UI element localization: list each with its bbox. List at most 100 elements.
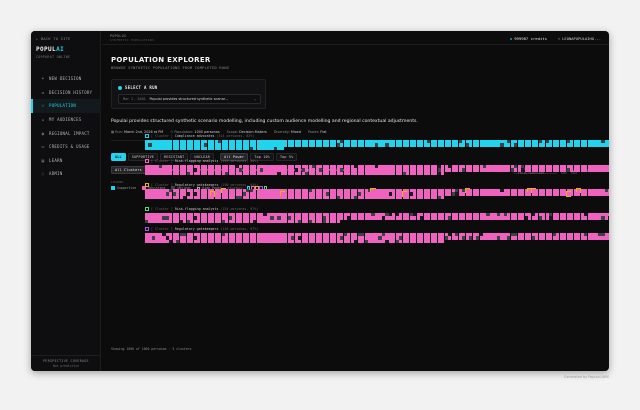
persona-cell[interactable] — [608, 143, 609, 147]
persona-grid — [145, 213, 609, 224]
user-icon: ⚇ — [557, 35, 561, 41]
persona-cell[interactable] — [608, 168, 609, 172]
cluster-tag: [ Cluster ] — [151, 159, 173, 163]
run-name: Populai provides structured synthetic sc… — [149, 97, 228, 101]
sidebar-item-label: REGIONAL IMPACT — [49, 130, 90, 136]
cluster-name: Compliance advocates — [174, 134, 215, 138]
user-menu[interactable]: ⚇ LEONAPOPULAIHO... — [558, 36, 601, 41]
cluster-info: (154 personas, 97%) — [220, 207, 259, 211]
history-icon: ↺ — [41, 89, 45, 95]
breadcrumb-sub: SYNTHETIC POPULATIONS — [110, 38, 155, 42]
filter-all[interactable]: ALL — [111, 153, 126, 161]
logo-subtitle: CORPORAT ONLINE — [36, 55, 71, 59]
cluster-label[interactable]: [ Cluster ] Risk-flagging analysts (154 pe… — [145, 207, 609, 211]
persona-cell[interactable] — [441, 195, 445, 200]
run-date: Mar 2, 2026 — [123, 97, 146, 101]
card-icon: ▭ — [41, 144, 45, 150]
meta-run-label: Run: — [115, 130, 123, 134]
cluster-color-box — [145, 227, 149, 231]
cluster-group: [ Cluster ] Risk-flagging analysts (196 pe… — [145, 159, 609, 176]
persona-cell[interactable] — [608, 236, 609, 240]
credits-value: 999987 credits — [514, 35, 547, 41]
main-content: POPULATION EXPLORER BROWSE SYNTHETIC POP… — [102, 46, 609, 371]
footer-credit: Generated by Populai AMS — [563, 375, 609, 379]
page-title: POPULATION EXPLORER — [111, 56, 211, 64]
cluster-group: [ Cluster ] Regulatory gatekeepers (190 pe… — [145, 183, 609, 200]
persona-cell[interactable] — [608, 216, 609, 220]
cluster-group: [ Cluster ] Risk-flagging analysts (154 pe… — [145, 207, 609, 224]
legend-supportive: Supportive — [111, 186, 137, 191]
perspective-coverage: PERSPECTIVE COVERAGE Not predictive — [31, 355, 101, 371]
persona-cell[interactable] — [441, 171, 445, 176]
cluster-name: Regulatory gatekeepers — [174, 183, 219, 187]
select-run-title: SELECT A RUN — [125, 85, 158, 90]
user-name: LEONAPOPULAIHO... — [562, 35, 601, 41]
cluster-name: Risk-flagging analysts — [174, 207, 219, 211]
coverage-subtitle: Not predictive — [52, 364, 80, 368]
cluster-label[interactable]: [ Cluster ] Regulatory gatekeepers (146 pe… — [145, 227, 609, 231]
sidebar-item-label: LEARN — [49, 157, 63, 163]
page-subtitle: BROWSE SYNTHETIC POPULATIONS FROM COMPLE… — [111, 66, 230, 70]
sidebar-item-my-audiences[interactable]: ♙ MY AUDIENCES — [31, 113, 101, 127]
select-run-panel: SELECT A RUN Mar 2, 2026 Populai provide… — [111, 79, 266, 109]
back-to-site-link[interactable]: ← BACK TO SITE — [36, 37, 71, 41]
persona-cell[interactable] — [336, 219, 340, 224]
logo[interactable]: POPULAI — [36, 46, 64, 53]
chevron-down-icon: ⌄ — [253, 97, 256, 101]
sidebar-item-new-decision[interactable]: + NEW DECISION — [31, 72, 101, 86]
cluster-color-box — [145, 183, 149, 187]
legend-supportive-label: Supportive — [117, 186, 137, 191]
persona-cell[interactable] — [608, 192, 609, 196]
audience-icon: ♙ — [41, 117, 45, 123]
sidebar-item-label: ADMIN — [49, 171, 63, 177]
select-run-header: SELECT A RUN — [118, 85, 158, 90]
persona-cell[interactable] — [280, 146, 284, 151]
sidebar-item-population[interactable]: ⚇ POPULATION — [31, 99, 101, 113]
sidebar-item-decision-history[interactable]: ↺ DECISION HISTORY — [31, 86, 101, 100]
cluster-info: (314 personas, 82%) — [216, 134, 255, 138]
persona-grid — [145, 165, 609, 176]
cluster-group: [ Cluster ] Regulatory gatekeepers (146 pe… — [145, 227, 609, 244]
sidebar-item-label: CREDITS & USAGE — [49, 144, 90, 150]
run-select-dropdown[interactable]: Mar 2, 2026 Populai provides structured … — [118, 94, 261, 104]
status-dot-icon — [118, 86, 122, 90]
cluster-label[interactable]: [ Cluster ] Compliance advocates (314 pers… — [145, 134, 609, 138]
cluster-filter[interactable]: All Clusters — [111, 166, 146, 174]
persona-grid — [145, 233, 609, 244]
cluster-tag: [ Cluster ] — [151, 134, 173, 138]
top-bar: POPULUS SYNTHETIC POPULATIONS ◈ 999987 cr… — [102, 31, 609, 45]
cluster-group: [ Cluster ] Compliance advocates (314 pers… — [145, 134, 609, 151]
logo-text: POPUL — [36, 46, 57, 53]
run-description: Populai provides structured synthetic sc… — [111, 119, 418, 124]
persona-grid — [145, 140, 609, 151]
book-icon: ▤ — [41, 157, 45, 163]
people-icon: ⚇ — [41, 103, 45, 109]
cluster-label[interactable]: [ Cluster ] Risk-flagging analysts (196 pe… — [145, 159, 609, 163]
sidebar-item-label: MY AUDIENCES — [49, 117, 82, 123]
cluster-color-box — [145, 207, 149, 211]
sidebar-item-admin[interactable]: ◌ ADMIN — [31, 167, 101, 181]
app-window: ← BACK TO SITE POPULAI CORPORAT ONLINE +… — [31, 31, 609, 371]
sidebar-item-label: NEW DECISION — [49, 76, 82, 82]
cluster-info: (146 personas, 97%) — [220, 227, 259, 231]
sidebar-item-regional-impact[interactable]: ◍ REGIONAL IMPACT — [31, 126, 101, 140]
credits-icon: ◈ — [509, 35, 513, 41]
cluster-label[interactable]: [ Cluster ] Regulatory gatekeepers (190 pe… — [145, 183, 609, 187]
sidebar-item-label: POPULATION — [49, 103, 77, 109]
cluster-color-box — [145, 159, 149, 163]
cluster-name: Regulatory gatekeepers — [174, 227, 219, 231]
cluster-color-box — [145, 134, 149, 138]
credits-display[interactable]: ◈ 999987 credits — [510, 36, 547, 41]
cluster-tag: [ Cluster ] — [151, 207, 173, 211]
sidebar-item-learn[interactable]: ▤ LEARN — [31, 154, 101, 168]
breadcrumb[interactable]: POPULUS — [110, 34, 126, 38]
coverage-title: PERSPECTIVE COVERAGE — [43, 359, 89, 363]
cluster-info: (196 personas, 96%) — [220, 159, 259, 163]
sidebar-item-label: DECISION HISTORY — [49, 89, 93, 95]
persona-grid — [145, 187, 609, 200]
admin-icon: ◌ — [41, 171, 45, 177]
cluster-tag: [ Cluster ] — [151, 183, 173, 187]
cluster-tag: [ Cluster ] — [151, 227, 173, 231]
persona-cell[interactable] — [441, 239, 445, 244]
sidebar-item-credits-usage[interactable]: ▭ CREDITS & USAGE — [31, 140, 101, 154]
